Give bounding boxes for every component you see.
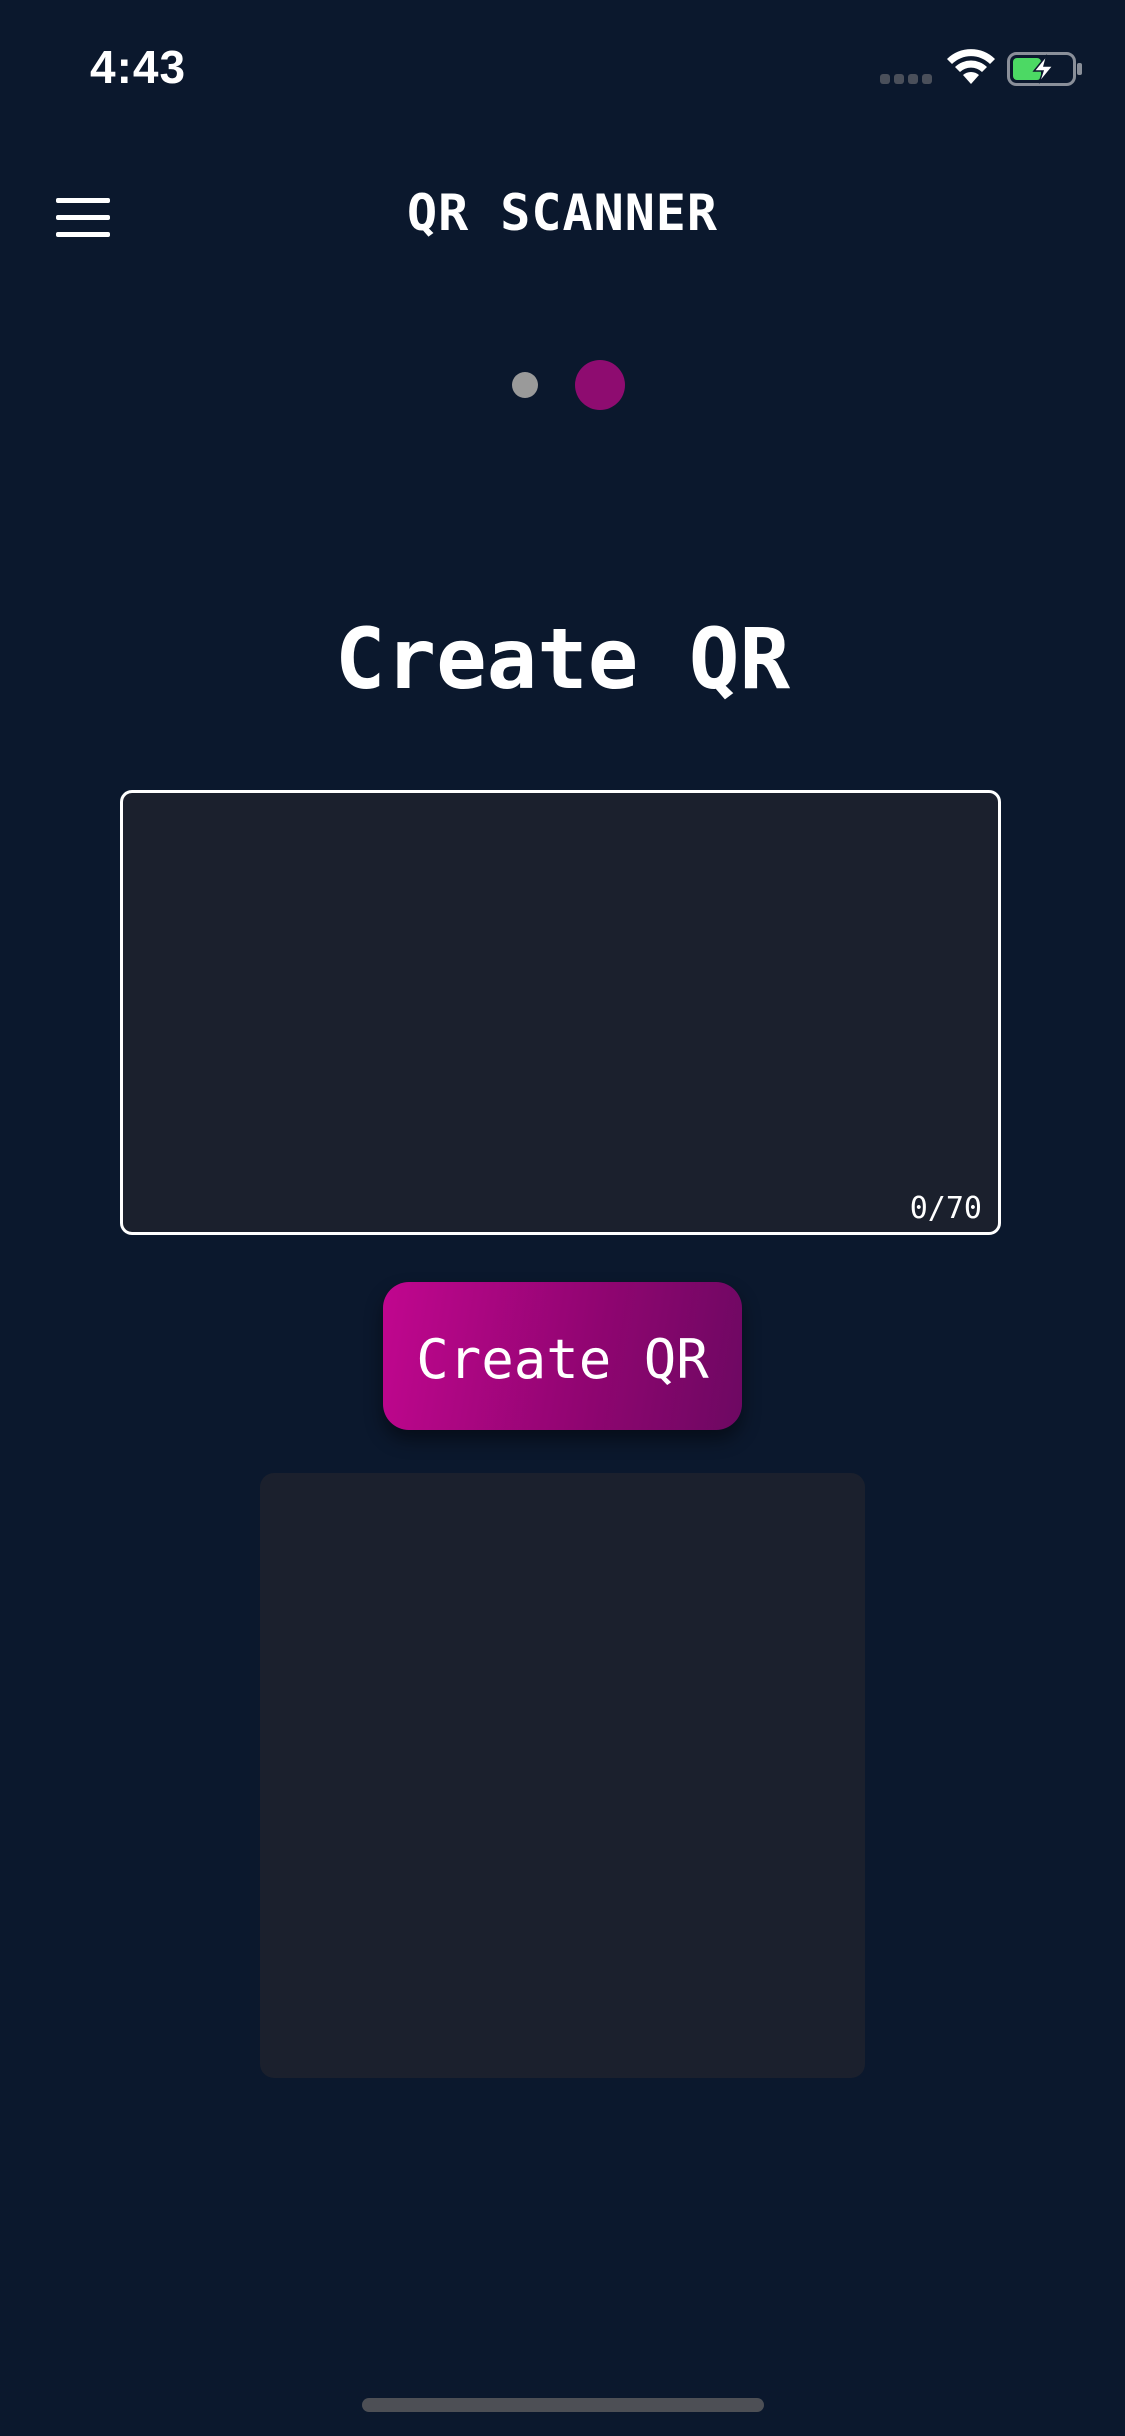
page-dot-scan[interactable] xyxy=(512,372,538,398)
create-qr-button[interactable]: Create QR xyxy=(383,1282,742,1430)
status-time: 4:43 xyxy=(90,41,187,93)
battery-charging-icon xyxy=(1007,52,1082,86)
page-indicator xyxy=(0,360,1125,410)
home-indicator xyxy=(362,2398,764,2412)
qr-text-input[interactable] xyxy=(143,813,987,1177)
app-title: QR SCANNER xyxy=(406,184,719,242)
create-qr-button-label: Create QR xyxy=(416,1328,709,1391)
page-dot-create[interactable] xyxy=(575,360,625,410)
cellular-signal-icon xyxy=(880,74,932,84)
qr-code-preview xyxy=(260,1473,865,2078)
status-bar: 4:43 xyxy=(0,0,1125,132)
character-counter: 0/70 xyxy=(909,1191,982,1226)
qr-text-input-container[interactable]: 0/70 xyxy=(120,790,1001,1235)
wifi-icon xyxy=(947,49,995,84)
page-title: Create QR xyxy=(334,610,791,708)
